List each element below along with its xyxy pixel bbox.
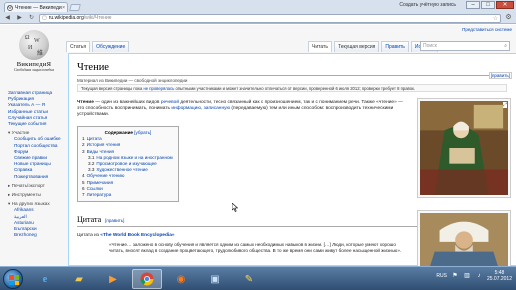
chrome-icon [140, 272, 154, 286]
section-edit-link[interactable]: [править] [105, 218, 124, 223]
system-clock[interactable]: 5:48 25.07.2012 [487, 270, 512, 282]
wiki-page: Представиться системе Ω W И 維 ВикипедиЯ … [0, 25, 516, 266]
wikipedia-favicon-icon: W [7, 4, 13, 11]
tab-strip: W Чтение — Википедия × Создать учётную з… [0, 0, 516, 12]
tab-discussion[interactable]: Обсуждение [92, 41, 130, 52]
citation-line: Цитата из «The World Book Encyclopedia» [77, 233, 175, 238]
url-host: ru.wikipedia.org [48, 15, 84, 21]
wrench-menu-icon[interactable]: ⚙ [504, 14, 513, 23]
intro-text: — один из важнейших видов [93, 100, 161, 105]
page-title: Чтение [77, 62, 109, 73]
tab-title: Чтение — Википедия [15, 4, 63, 11]
volume-tray-icon[interactable]: ♪ [475, 272, 483, 280]
notice-text-rest: опытными участниками и может значительно… [174, 86, 416, 91]
login-link[interactable]: Представиться системе [462, 27, 512, 32]
section-heading: Цитата [править] [77, 215, 125, 224]
title-divider [77, 75, 509, 76]
view-tabs: Читать Текущая версия Править История [308, 41, 439, 52]
intro-paragraph: Чтение — один из важнейших видов речевой… [77, 100, 409, 119]
citation-link[interactable]: «The World Book Encyclopedia» [100, 233, 174, 238]
window-controls: – □ ✕ [466, 1, 514, 9]
start-button[interactable] [3, 269, 23, 289]
wikipedia-logo[interactable]: Ω W И 維 ВикипедиЯ Свободная энциклопедия [8, 30, 60, 72]
back-arrow-icon[interactable]: ◀ [3, 14, 12, 23]
search-input[interactable]: Поиск ⌕ [420, 41, 510, 51]
table-of-contents: Содержание [убрать] 1 Цитата 2 История чте… [77, 126, 179, 203]
tab-read[interactable]: Читать [308, 41, 332, 52]
sidebar-item-current-events[interactable]: Текущие события [8, 121, 68, 127]
new-tab-button[interactable] [69, 4, 81, 11]
search-icon[interactable]: ⌕ [504, 43, 507, 49]
network-tray-icon[interactable]: ▥ [463, 272, 471, 280]
sidebar-section-print[interactable]: ▸ Печать/экспорт [8, 183, 68, 189]
account-link[interactable]: Создать учётную запись [399, 2, 456, 8]
maximize-button[interactable]: □ [481, 1, 495, 9]
search-placeholder: Поиск [423, 43, 437, 49]
notice-text: Текущая версия страницы пока [81, 86, 144, 91]
browser-toolbar: ◀ ▶ ↻ ▢ ru.wikipedia.org /wiki/Чтение ☆ … [0, 12, 516, 24]
enlarge-icon[interactable]: ⤢ [502, 102, 507, 108]
tab-article[interactable]: Статья [66, 41, 91, 52]
portrait-image[interactable] [417, 210, 511, 266]
namespace-tabs: Статья Обсуждение [66, 41, 130, 52]
logo-tagline: Свободная энциклопедия [14, 68, 54, 72]
browser-chrome: W Чтение — Википедия × Создать учётную з… [0, 0, 516, 24]
review-notice: Текущая версия страницы пока не проверял… [77, 84, 507, 92]
edit-page-link[interactable]: [править] [488, 72, 512, 79]
forward-arrow-icon[interactable]: ▶ [15, 14, 24, 23]
puzzle-globe-icon: Ω W И 維 [19, 30, 49, 60]
sidebar-lang-item[interactable]: Brezhoneg [8, 232, 68, 238]
close-window-button[interactable]: ✕ [496, 1, 514, 9]
article-content: Чтение [править] Материал из Википедии —… [68, 53, 516, 266]
system-tray: RUS ⚑ ▥ ♪ 5:48 25.07.2012 [436, 270, 512, 282]
clock-date: 25.07.2012 [486, 276, 512, 282]
minimize-button[interactable]: – [466, 1, 480, 9]
notice-link[interactable]: не проверялась [143, 86, 174, 91]
windows-flag-icon [9, 275, 19, 285]
sidebar: Заглавная страница Рубрикация Указатель … [8, 90, 68, 238]
painting-image[interactable]: ⤢ [417, 98, 511, 198]
url-path: /wiki/Чтение [83, 15, 112, 21]
sidebar-item-donate[interactable]: Пожертвования [8, 174, 68, 180]
browser-tab[interactable]: W Чтение — Википедия × [4, 2, 68, 12]
logo-name: ВикипедиЯ [16, 61, 52, 68]
taskbar-explorer-icon[interactable]: ▰ [64, 269, 94, 289]
toc-hide-link[interactable]: [убрать] [134, 130, 151, 135]
sidebar-section-tools[interactable]: ▸ Инструменты [8, 192, 68, 198]
reading-woman-painting [420, 101, 508, 195]
taskbar-firefox-icon[interactable]: ◉ [166, 269, 196, 289]
section-divider [77, 226, 417, 227]
scholar-portrait [420, 213, 508, 266]
intro-link-information[interactable]: информацию, записанную [171, 106, 230, 111]
toc-item[interactable]: 7 Литература [82, 192, 174, 198]
intro-link-speech[interactable]: речевой [161, 100, 179, 105]
tab-current-version[interactable]: Текущая версия [333, 41, 380, 52]
language-indicator[interactable]: RUS [436, 273, 447, 279]
page-subtitle: Материал из Википедии — свободной энцикл… [77, 78, 188, 83]
bookmark-star-icon[interactable]: ☆ [493, 15, 498, 22]
windows-taskbar: e ▰ ▶ ◉ ▣ ✎ RUS ⚑ ▥ ♪ 5:48 25.07.2012 [0, 266, 516, 290]
tab-edit[interactable]: Править [381, 41, 409, 52]
taskbar-app-icon[interactable]: ✎ [234, 269, 264, 289]
tab-close-icon[interactable]: × [62, 5, 65, 11]
sidebar-item-report-error[interactable]: Сообщить об ошибке [8, 136, 68, 142]
intro-term: Чтение [77, 100, 94, 105]
personal-tools: Представиться системе [462, 27, 512, 32]
page-icon: ▢ [42, 15, 47, 21]
taskbar-media-player-icon[interactable]: ▶ [98, 269, 128, 289]
taskbar-chrome-icon[interactable] [132, 269, 162, 289]
mouse-cursor-icon [232, 203, 238, 212]
taskbar-app-icon[interactable]: ▣ [200, 269, 230, 289]
quote-block: «Чтение… заложено в основу обучения и яв… [109, 242, 402, 254]
address-bar[interactable]: ▢ ru.wikipedia.org /wiki/Чтение ☆ [39, 13, 501, 23]
taskbar-ie-icon[interactable]: e [30, 269, 60, 289]
flag-tray-icon[interactable]: ⚑ [451, 272, 459, 280]
reload-icon[interactable]: ↻ [27, 14, 36, 23]
